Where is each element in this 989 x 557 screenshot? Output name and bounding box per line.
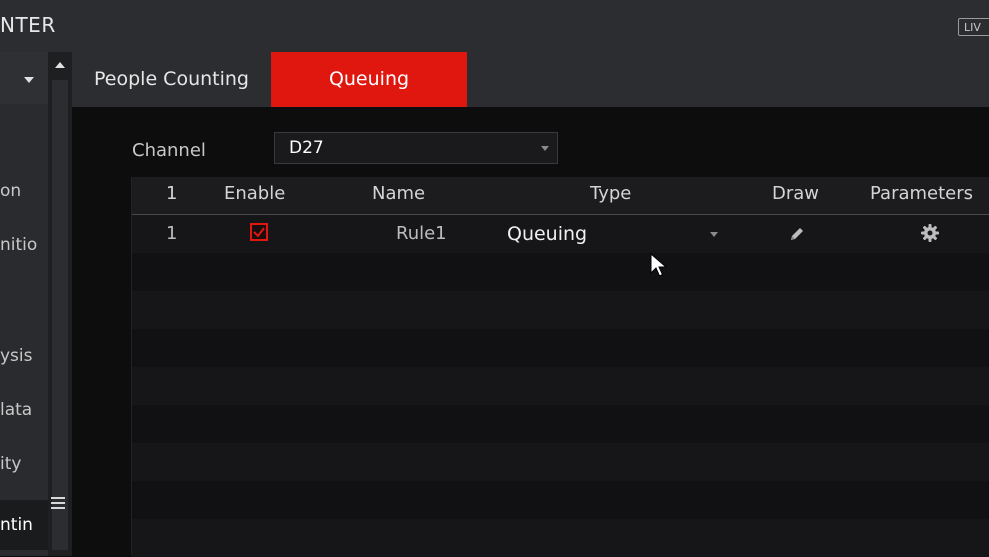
sidebar-item-label: ity (0, 454, 22, 474)
channel-select[interactable]: D27 (274, 132, 558, 164)
tab-people-counting[interactable]: People Counting (72, 52, 271, 107)
sidebar-item-detection[interactable]: on (0, 173, 48, 209)
app-title: NTER (0, 13, 56, 37)
chevron-up-icon[interactable] (55, 62, 65, 68)
column-header-draw: Draw (772, 183, 820, 204)
table-row (132, 253, 989, 291)
checkbox-checked-icon (253, 227, 265, 238)
chevron-down-icon (541, 146, 549, 151)
top-bar: NTER LIV (0, 0, 989, 52)
column-header-index[interactable]: 1 (166, 183, 177, 204)
chevron-down-icon (710, 232, 718, 237)
gear-icon[interactable] (920, 223, 940, 243)
column-header-parameters: Parameters (870, 183, 974, 204)
table-row (132, 481, 989, 519)
sidebar-item-data[interactable]: lata (0, 392, 48, 428)
sidebar-item-label: ysis (0, 346, 33, 366)
live-button[interactable]: LIV (958, 18, 989, 36)
rule-name: Rule1 (396, 223, 447, 244)
sidebar-item-recognition[interactable]: nitio (0, 227, 48, 263)
enable-checkbox[interactable] (250, 223, 268, 241)
table-row (132, 405, 989, 443)
sidebar-item-label: lata (0, 400, 33, 420)
sidebar-dropdown[interactable] (0, 52, 48, 104)
sidebar-item-counting[interactable]: ntin (0, 500, 48, 550)
sidebar-item-label: nitio (0, 235, 38, 255)
sidebar-item-label: on (0, 181, 22, 201)
table-row (132, 443, 989, 481)
channel-label: Channel (132, 140, 206, 161)
sidebar-item-density[interactable]: ity (0, 446, 48, 482)
table-row (132, 367, 989, 405)
sidebar-item-analysis[interactable]: ysis (0, 338, 48, 374)
pencil-icon[interactable] (788, 225, 806, 243)
table-row (132, 329, 989, 367)
scrollbar-thumb[interactable] (52, 80, 68, 550)
row-index: 1 (166, 223, 178, 244)
rule-type-select[interactable]: Queuing (507, 223, 587, 245)
tab-bar: People Counting Queuing (72, 52, 989, 107)
channel-value: D27 (289, 138, 324, 158)
menu-icon[interactable] (51, 497, 65, 509)
column-header-type: Type (590, 183, 632, 204)
table-header: 1 Enable Name Type Draw Parameters (132, 177, 989, 215)
tab-queuing[interactable]: Queuing (271, 52, 467, 107)
column-header-enable: Enable (224, 183, 286, 204)
column-header-name: Name (372, 183, 426, 204)
table-row (132, 291, 989, 329)
table-row (132, 519, 989, 557)
chevron-down-icon (24, 77, 34, 83)
sidebar-item-label: ntin (0, 515, 33, 535)
mouse-cursor-icon (650, 253, 668, 277)
sidebar-scrollbar[interactable] (48, 52, 72, 556)
